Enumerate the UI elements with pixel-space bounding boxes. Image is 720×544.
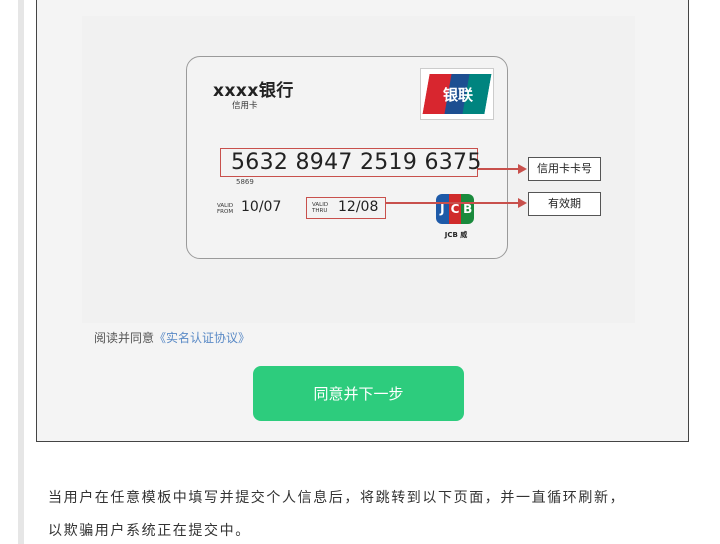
agreement-prefix: 阅读并同意 xyxy=(94,331,155,345)
description-line-1: 当用户在任意模板中填写并提交个人信息后，将跳转到以下页面，并一直循环刷新， xyxy=(48,490,626,506)
card-small-number: 5869 xyxy=(236,178,254,186)
unionpay-text: 银联 xyxy=(442,86,473,104)
card-type-label: 信用卡 xyxy=(232,101,258,111)
arrow-head-icon xyxy=(518,164,527,174)
jcb-letter: C xyxy=(448,194,462,224)
agree-next-button[interactable]: 同意并下一步 xyxy=(253,366,464,421)
jcb-letter: J xyxy=(436,194,449,224)
bank-name: xxxx银行 xyxy=(213,81,294,101)
valid-thru-label: VALID THRU xyxy=(312,202,329,214)
arrow-line-expiry xyxy=(386,202,520,204)
jcb-letter: B xyxy=(461,194,475,224)
callout-card-number: 信用卡卡号 xyxy=(528,157,601,181)
jcb-caption: JCB 威 xyxy=(444,231,468,239)
card-number: 5632 8947 2519 6375 xyxy=(231,150,482,175)
callout-expiry: 有效期 xyxy=(528,192,601,216)
quote-bar xyxy=(18,0,24,544)
jcb-logo-icon: J C B xyxy=(436,194,475,224)
valid-from-label: VALID FROM xyxy=(217,203,234,215)
valid-thru-value: 12/08 xyxy=(338,199,379,215)
agreement-link[interactable]: 《实名认证协议》 xyxy=(154,331,250,345)
description-line-2: 以欺骗用户系统正在提交中。 xyxy=(48,523,251,539)
arrow-head-icon xyxy=(518,198,527,208)
arrow-line-number xyxy=(478,168,520,170)
agreement-row: 阅读并同意《实名认证协议》 xyxy=(94,329,250,346)
valid-from-value: 10/07 xyxy=(241,199,282,215)
